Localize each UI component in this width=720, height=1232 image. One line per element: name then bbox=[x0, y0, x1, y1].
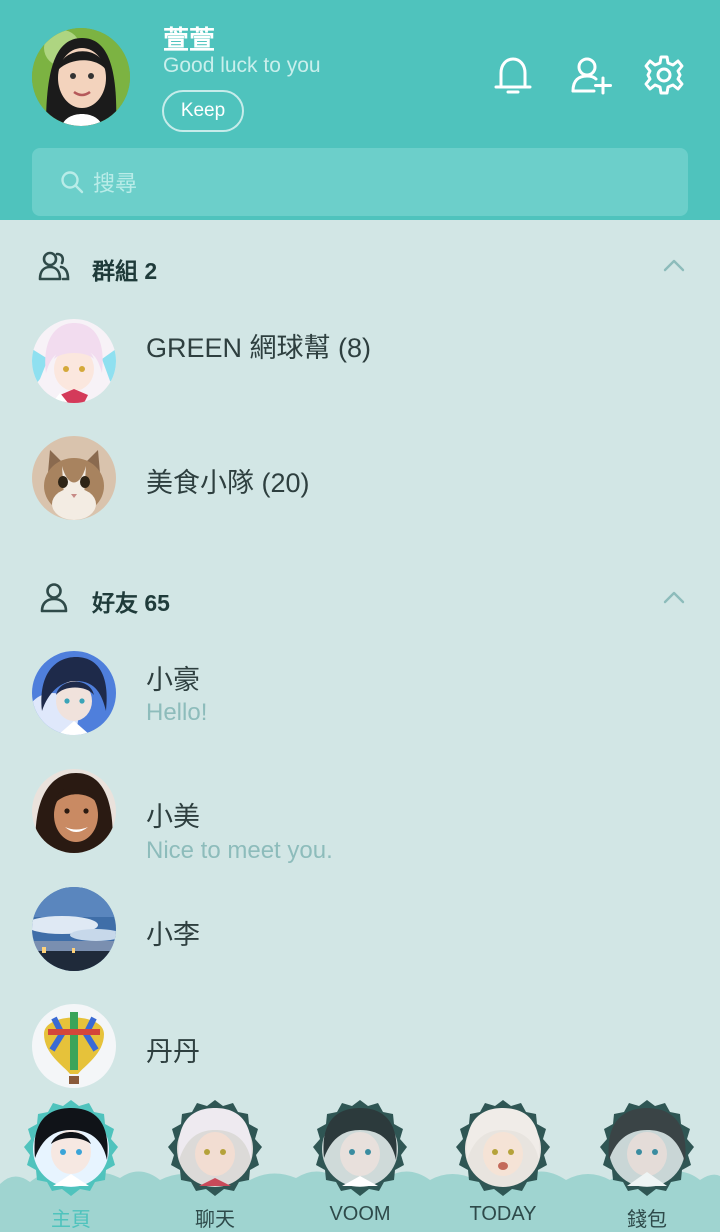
chevron-up-icon[interactable] bbox=[662, 258, 686, 272]
keep-button[interactable]: Keep bbox=[162, 90, 244, 132]
profile-avatar[interactable] bbox=[32, 28, 130, 126]
friends-section-header[interactable]: 好友 65 bbox=[0, 570, 720, 626]
friend-name: 小李 bbox=[146, 920, 200, 950]
group-list-item[interactable]: GREEN 網球幫 (8) bbox=[0, 311, 720, 411]
friend-list-item[interactable]: 丹丹 bbox=[0, 996, 720, 1096]
search-input[interactable]: 搜尋 bbox=[93, 166, 137, 198]
settings-icon[interactable] bbox=[643, 54, 685, 96]
group-list-item[interactable]: 美食小隊 (20) bbox=[0, 428, 720, 528]
tab-today[interactable]: TODAY bbox=[448, 1090, 558, 1232]
friend-avatar bbox=[32, 651, 116, 735]
tab-wallet[interactable]: 錢包 bbox=[592, 1090, 702, 1232]
group-avatar bbox=[32, 436, 116, 520]
friend-icon bbox=[40, 583, 68, 613]
tab-label: VOOM bbox=[329, 1203, 391, 1225]
add-friend-icon[interactable] bbox=[570, 54, 612, 96]
group-avatar bbox=[32, 319, 116, 403]
search-bar[interactable]: 搜尋 bbox=[32, 148, 688, 216]
group-icon bbox=[38, 251, 70, 281]
friend-name: 小豪 bbox=[146, 665, 200, 695]
profile-status-message: Good luck to you bbox=[163, 54, 321, 77]
chevron-up-icon[interactable] bbox=[662, 590, 686, 604]
friend-name: 小美 bbox=[146, 802, 200, 832]
friend-avatar bbox=[32, 887, 116, 971]
groups-section-header[interactable]: 群組 2 bbox=[0, 238, 720, 294]
friend-avatar bbox=[32, 769, 116, 853]
chat-tab-icon bbox=[168, 1100, 262, 1196]
tab-label: 聊天 bbox=[195, 1209, 235, 1231]
tab-home[interactable]: 主頁 bbox=[16, 1090, 126, 1232]
search-icon bbox=[61, 171, 84, 194]
friend-list-item[interactable]: 小美 Nice to meet you. bbox=[0, 761, 720, 864]
groups-section-title: 群組 2 bbox=[92, 258, 158, 284]
home-tab-icon bbox=[24, 1100, 118, 1196]
tab-label: TODAY bbox=[469, 1203, 537, 1225]
today-tab-icon bbox=[456, 1100, 550, 1196]
group-name: 美食小隊 (20) bbox=[146, 468, 310, 498]
tab-voom[interactable]: VOOM bbox=[305, 1090, 415, 1232]
group-name: GREEN 網球幫 (8) bbox=[146, 333, 372, 363]
tab-label: 錢包 bbox=[627, 1209, 667, 1231]
wallet-tab-icon bbox=[600, 1100, 694, 1196]
friend-list-item[interactable]: 小李 bbox=[0, 879, 720, 979]
profile-name: 萱萱 bbox=[163, 25, 216, 55]
voom-tab-icon bbox=[313, 1100, 407, 1196]
friend-avatar bbox=[32, 1004, 116, 1088]
tab-label: 主頁 bbox=[51, 1209, 91, 1231]
friend-name: 丹丹 bbox=[146, 1037, 200, 1067]
friends-section-title: 好友 65 bbox=[92, 590, 170, 616]
friend-status-message: Nice to meet you. bbox=[146, 837, 333, 864]
tab-chat[interactable]: 聊天 bbox=[160, 1090, 270, 1232]
bell-icon[interactable] bbox=[492, 54, 534, 96]
profile-header: 萱萱 Good luck to you Keep 搜尋 bbox=[0, 0, 720, 220]
friend-status-message: Hello! bbox=[146, 699, 208, 726]
bottom-tab-bar: 主頁 聊天 VOOM TODAY 錢包 bbox=[0, 1090, 720, 1232]
friend-list-item[interactable]: 小豪 Hello! bbox=[0, 643, 720, 743]
